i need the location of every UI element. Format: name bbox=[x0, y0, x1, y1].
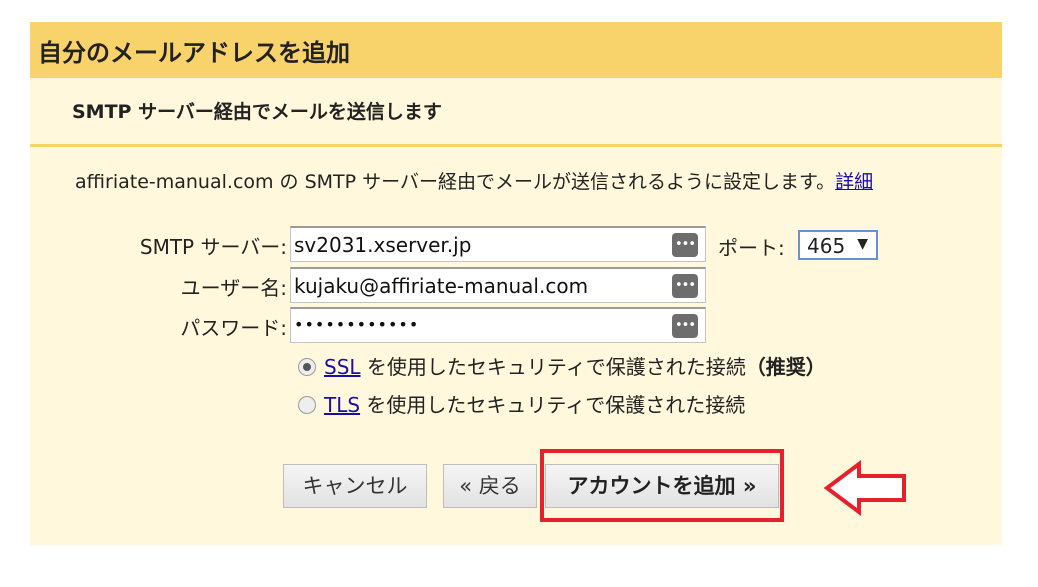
cancel-button[interactable]: キャンセル bbox=[283, 464, 427, 508]
dialog-title-bar: 自分のメールアドレスを追加 bbox=[30, 22, 1002, 78]
description: affiriate-manual.com の SMTP サーバー経由でメールが送… bbox=[75, 167, 873, 194]
dialog-title: 自分のメールアドレスを追加 bbox=[38, 39, 350, 67]
recommended-label: （推奨） bbox=[745, 355, 826, 379]
password-label: パスワード: bbox=[180, 316, 287, 340]
tls-option[interactable]: TLS を使用したセキュリティで保護された接続 bbox=[298, 389, 745, 418]
left-arrow-icon bbox=[824, 460, 906, 516]
tls-text: を使用したセキュリティで保護された接続 bbox=[360, 393, 746, 417]
port-select[interactable]: 465 ▼ bbox=[798, 230, 878, 260]
autofill-icon[interactable]: ••• bbox=[672, 274, 698, 298]
section-header: SMTP サーバー経由でメールを送信します bbox=[30, 78, 1002, 147]
password-input[interactable]: •••••••••••• ••• bbox=[290, 307, 706, 343]
tls-radio[interactable] bbox=[298, 396, 316, 414]
username-label: ユーザー名: bbox=[180, 276, 287, 300]
smtp-server-label: SMTP サーバー: bbox=[139, 235, 287, 259]
port-label: ポート: bbox=[718, 236, 785, 260]
smtp-server-input[interactable]: sv2031.xserver.jp ••• bbox=[290, 226, 706, 262]
description-text: affiriate-manual.com の SMTP サーバー経由でメールが送… bbox=[75, 171, 836, 193]
highlight-box bbox=[540, 449, 784, 522]
details-link[interactable]: 詳細 bbox=[835, 171, 873, 193]
tls-link[interactable]: TLS bbox=[324, 393, 360, 417]
back-button[interactable]: « 戻る bbox=[443, 464, 537, 508]
autofill-icon[interactable]: ••• bbox=[672, 314, 698, 338]
username-value: kujaku@affiriate-manual.com bbox=[294, 274, 589, 298]
ssl-link[interactable]: SSL bbox=[324, 355, 361, 379]
password-value: •••••••••••• bbox=[294, 315, 420, 334]
ssl-text: を使用したセキュリティで保護された接続 bbox=[360, 355, 746, 379]
port-value: 465 bbox=[807, 234, 846, 258]
smtp-server-value: sv2031.xserver.jp bbox=[294, 233, 472, 257]
username-input[interactable]: kujaku@affiriate-manual.com ••• bbox=[290, 267, 706, 303]
section-title: SMTP サーバー経由でメールを送信します bbox=[72, 101, 442, 123]
ssl-option[interactable]: SSL を使用したセキュリティで保護された接続（推奨） bbox=[298, 351, 826, 380]
chevron-down-icon: ▼ bbox=[857, 236, 868, 252]
autofill-icon[interactable]: ••• bbox=[672, 233, 698, 257]
ssl-radio[interactable] bbox=[298, 358, 316, 376]
